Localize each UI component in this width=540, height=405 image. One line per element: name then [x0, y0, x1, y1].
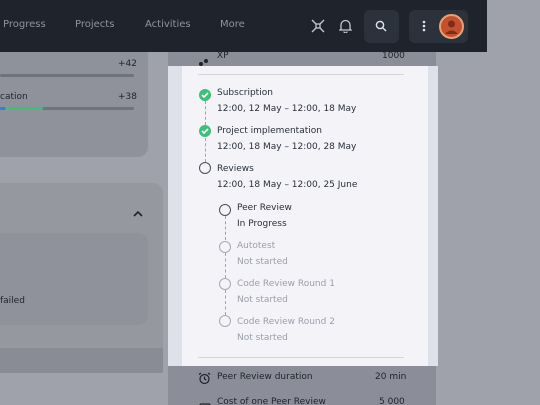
divider: [198, 357, 404, 358]
skills-card: +42 cation +38: [0, 52, 148, 157]
top-navbar: Progress Projects Activities More: [0, 0, 487, 52]
attempt-item: failed: [0, 233, 148, 325]
substep-title: Autotest: [237, 241, 276, 251]
substep-pending-icon: [219, 278, 231, 290]
step-title: Project implementation: [217, 126, 322, 136]
step-dates: 12:00, 18 May – 12:00, 28 May: [217, 142, 357, 152]
nav-projects[interactable]: Projects: [75, 19, 114, 30]
alarm-clock-icon: [198, 370, 211, 389]
substep-connector: [225, 253, 226, 278]
bell-icon[interactable]: [336, 17, 354, 35]
skill-row2-value: +38: [118, 92, 137, 102]
nav-more[interactable]: More: [220, 19, 245, 30]
nav-activities[interactable]: Activities: [145, 19, 191, 30]
kebab-menu-icon: [415, 17, 433, 35]
skill-row2-bar-fill-green: [5, 107, 43, 110]
substep-connector: [225, 216, 226, 240]
attempts-card: failed: [0, 183, 163, 373]
substep-status: Not started: [237, 295, 288, 305]
substep-pending-icon: [219, 241, 231, 253]
skill-row1-value: +42: [118, 59, 137, 69]
substep-title: Code Review Round 1: [237, 279, 335, 289]
step-dates: 12:00, 18 May – 12:00, 25 June: [217, 180, 358, 190]
substep-title[interactable]: Peer Review: [237, 203, 292, 213]
timeline-connector: [205, 138, 206, 162]
skill-row2-label: cation: [0, 92, 28, 102]
nav-progress[interactable]: Progress: [3, 19, 46, 30]
search-button[interactable]: [364, 10, 399, 43]
substep-status: In Progress: [237, 219, 287, 229]
substep-pending-icon: [219, 315, 231, 327]
attempts-footer: [0, 348, 163, 373]
wallet-icon: [199, 398, 211, 405]
peer-review-duration-value: 20 min: [375, 372, 407, 382]
step-dates: 12:00, 12 May – 12:00, 18 May: [217, 104, 357, 114]
project-timeline-panel: Subscription 12:00, 12 May – 12:00, 18 M…: [168, 66, 438, 366]
avatar[interactable]: [439, 14, 464, 39]
search-icon: [372, 17, 390, 35]
divider: [198, 74, 404, 75]
step-title: Reviews: [217, 164, 254, 174]
substep-pending-icon: [219, 204, 231, 216]
step-complete-icon: [199, 125, 211, 137]
substep-status: Not started: [237, 257, 288, 267]
network-icon[interactable]: [309, 17, 327, 35]
page-margin: [436, 52, 540, 405]
xp-label: XP: [217, 51, 229, 61]
skill-row1-bar: [0, 74, 134, 77]
cost-value: 5 000: [379, 397, 405, 405]
substep-status: Not started: [237, 333, 288, 343]
substep-connector: [225, 290, 226, 315]
attempt-status: failed: [0, 296, 25, 306]
chevron-up-icon[interactable]: [133, 203, 143, 222]
step-pending-icon: [199, 162, 211, 174]
step-complete-icon: [199, 89, 211, 101]
cost-label: Cost of one Peer Review: [217, 397, 326, 405]
substep-title: Code Review Round 2: [237, 317, 335, 327]
step-title: Subscription: [217, 88, 273, 98]
timeline-connector: [205, 101, 206, 125]
profile-menu-button[interactable]: [409, 10, 468, 43]
peer-review-duration-label: Peer Review duration: [217, 372, 313, 382]
xp-value: 1000: [382, 51, 405, 61]
